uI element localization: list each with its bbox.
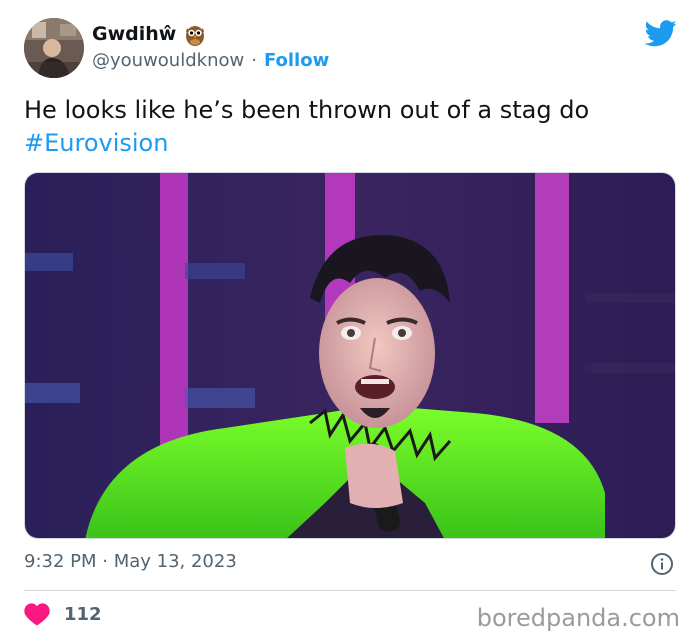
tweet-card: Gwdihŵ @youwouldknow · Follow He looks l… — [0, 0, 700, 642]
avatar[interactable] — [24, 18, 84, 78]
divider — [24, 590, 676, 591]
owl-icon — [184, 22, 206, 46]
tweet-photo[interactable] — [24, 172, 676, 539]
follow-button[interactable]: Follow — [264, 50, 329, 71]
watermark: boredpanda.com — [476, 604, 680, 632]
tweet-timestamp[interactable]: 9:32 PM · May 13, 2023 — [24, 551, 237, 572]
display-name[interactable]: Gwdihŵ — [92, 23, 176, 45]
heart-icon[interactable] — [24, 602, 50, 626]
handle[interactable]: @youwouldknow — [92, 50, 244, 71]
twitter-bird-icon[interactable] — [644, 20, 677, 47]
tweet-body: He looks like he’s been thrown out of a … — [24, 96, 590, 124]
tweet-text: He looks like he’s been thrown out of a … — [24, 94, 674, 160]
separator: · — [251, 50, 257, 71]
hashtag-link[interactable]: #Eurovision — [24, 127, 674, 160]
info-icon[interactable] — [650, 552, 674, 576]
like-count[interactable]: 112 — [64, 604, 102, 625]
